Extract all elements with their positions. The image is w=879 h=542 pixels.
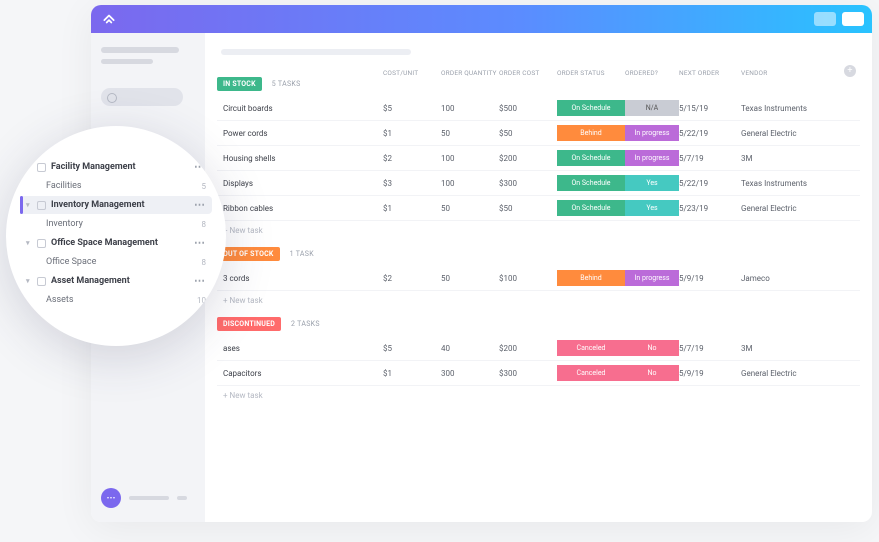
item-count: 5 [202,182,207,191]
app-logo-icon [99,9,119,29]
placeholder [101,59,153,64]
status-badge[interactable]: On Schedule [557,200,625,216]
col-order-qty: ORDER QUANTITY [441,69,499,77]
ordered-badge[interactable]: Yes [625,175,679,191]
folder-icon [37,277,46,286]
task-name: Capacitors [223,369,383,378]
sidebar-item[interactable]: Assets 10 [20,291,212,309]
toolbar-placeholder [221,49,411,55]
group-status-chip[interactable]: IN STOCK [217,77,262,91]
title-bar [91,5,872,33]
sidebar-item-label: Assets [46,295,74,305]
folder-icon [37,201,46,210]
group-task-count: 5 TASKS [272,80,301,88]
sidebar-item-label: Office Space [46,257,96,267]
sidebar-item[interactable]: ▾ Asset Management ⋯ [20,272,212,290]
ordered-badge[interactable]: In progress [625,150,679,166]
more-icon[interactable]: ⋯ [194,278,206,284]
sidebar-item[interactable]: ▾ Facility Management ⋯ [20,158,212,176]
chat-icon[interactable]: ··· [101,488,121,508]
placeholder [129,496,169,500]
expand-icon[interactable]: ▾ [26,239,32,247]
expand-icon[interactable]: ▾ [26,201,32,209]
sidebar-item-label: Inventory [46,219,83,229]
col-cost-unit: COST/UNIT [383,69,441,77]
sidebar-item-label: Inventory Management [51,200,145,210]
task-name: Housing shells [223,154,383,163]
ordered-badge[interactable]: In progress [625,270,679,286]
col-order-cost: ORDER COST [499,69,557,77]
more-icon[interactable]: ⋯ [194,202,206,208]
expand-icon[interactable]: ▾ [26,277,32,285]
item-count: 8 [202,258,207,267]
group-task-count: 2 TASKS [291,320,320,328]
col-vendor: VENDOR [741,69,825,77]
sidebar-item[interactable]: Office Space 8 [20,253,212,271]
sidebar-item[interactable]: ▾ Office Space Management ⋯ [20,234,212,252]
group-status-chip[interactable]: OUT OF STOCK [217,247,280,261]
ordered-badge[interactable]: No [625,340,679,356]
status-badge[interactable]: Canceled [557,365,625,381]
more-icon[interactable]: ⋯ [194,164,206,170]
sidebar-magnifier: ▾ Facility Management ⋯ Facilities 5 ▾ Invento… [6,126,226,346]
task-name: Displays [223,179,383,188]
ordered-badge[interactable]: N/A [625,100,679,116]
sidebar-item-label: Facility Management [51,162,136,172]
status-badge[interactable]: Behind [557,125,625,141]
folder-icon [37,239,46,248]
ordered-badge[interactable]: No [625,365,679,381]
main-content: COST/UNIT ORDER QUANTITY ORDER COST ORDE… [205,33,872,522]
status-badge[interactable]: On Schedule [557,100,625,116]
task-row[interactable]: Circuit boards$5100$500On ScheduleN/A5/1… [217,96,860,121]
space-tree: ▾ Facility Management ⋯ Facilities 5 ▾ Invento… [20,158,212,309]
task-row[interactable]: ases$540$200CanceledNo5/7/193M [217,336,860,361]
more-icon[interactable]: ⋯ [194,240,206,246]
new-task-button[interactable]: + New task [217,386,860,400]
task-name: 3 cords [223,274,383,283]
task-row[interactable]: Displays$3100$300On ScheduleYes5/22/19Te… [217,171,860,196]
ordered-badge[interactable]: Yes [625,200,679,216]
window-control[interactable] [814,12,836,26]
sidebar-item[interactable]: Inventory 8 [20,215,212,233]
sidebar-item-label: Office Space Management [51,238,158,248]
sidebar-item[interactable]: ▾ Inventory Management ⋯ [20,196,212,214]
ordered-badge[interactable]: In progress [625,125,679,141]
col-order-status: ORDER STATUS [557,69,625,77]
sidebar-item-label: Asset Management [51,276,130,286]
task-name: ases [223,344,383,353]
task-name: Circuit boards [223,104,383,113]
group-task-count: 1 TASK [290,250,314,258]
status-badge[interactable]: Behind [557,270,625,286]
task-row[interactable]: Capacitors$1300$300CanceledNo5/9/19Gener… [217,361,860,386]
sidebar-item-label: Facilities [46,181,82,191]
window-control[interactable] [842,12,864,26]
status-badge[interactable]: Canceled [557,340,625,356]
col-next-order: NEXT ORDER [679,69,741,77]
placeholder [177,496,187,500]
new-task-button[interactable]: + New task [217,291,860,305]
item-count: 8 [202,220,207,229]
task-grid: COST/UNIT ORDER QUANTITY ORDER COST ORDE… [217,69,860,400]
sidebar-item[interactable]: Facilities 5 [20,177,212,195]
task-row[interactable]: Ribbon cables$150$50On ScheduleYes5/23/1… [217,196,860,221]
expand-icon[interactable]: ▾ [26,163,32,171]
item-count: 10 [197,296,206,305]
task-row[interactable]: Housing shells$2100$200On ScheduleIn pro… [217,146,860,171]
task-name: Ribbon cables [223,204,383,213]
task-row[interactable]: 3 cords$250$100BehindIn progress5/9/19Ja… [217,266,860,291]
new-task-button[interactable]: + New task [217,221,860,235]
group-status-chip[interactable]: DISCONTINUED [217,317,281,331]
col-ordered: ORDERED? [625,69,679,77]
add-column-button[interactable]: + [844,65,856,77]
folder-icon [37,163,46,172]
task-row[interactable]: Power cords$150$50BehindIn progress5/22/… [217,121,860,146]
task-name: Power cords [223,129,383,138]
status-badge[interactable]: On Schedule [557,150,625,166]
status-badge[interactable]: On Schedule [557,175,625,191]
placeholder [101,47,179,53]
search-input[interactable] [101,88,183,106]
